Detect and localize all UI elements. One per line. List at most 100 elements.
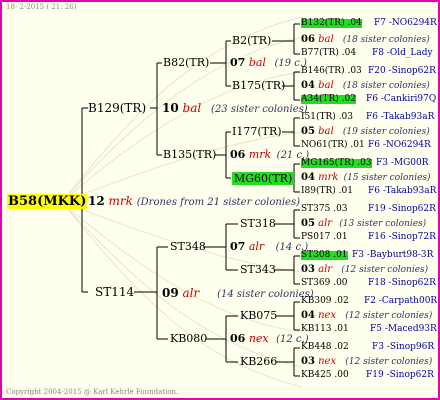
g4-drone-line: 04 bal (18 sister colonies): [301, 81, 430, 91]
g4-num: 04: [301, 172, 315, 183]
gen2-bottom-note: (14 sister colonies): [217, 289, 314, 300]
gen2-top-queen-a[interactable]: B82(TR): [163, 57, 209, 68]
g4-breeder: bal: [318, 80, 334, 91]
gen2-bottom-queen-a[interactable]: ST348: [170, 241, 206, 252]
g3-queen[interactable]: I177(TR): [232, 126, 282, 137]
g4-note: (12 sister colonies): [345, 311, 433, 321]
g4-info: F16 -Sinop72R: [368, 232, 436, 242]
g3-queen[interactable]: MG60(TR): [232, 172, 295, 185]
gen2-bottom-breeder: alr: [182, 286, 200, 300]
g4-info: F19 -Sinop62R: [366, 370, 434, 380]
g4-info: F6 -Takab93aR: [366, 112, 435, 122]
g4-info: F7 -NO6294R: [374, 18, 437, 28]
gen1-num: 12: [88, 194, 105, 208]
g4-queen[interactable]: KB448 .02: [301, 343, 349, 352]
g4-queen[interactable]: KB113 .01: [301, 325, 349, 334]
g4-queen[interactable]: PS017 .01: [301, 233, 348, 242]
gen2-top-breeder: bal: [182, 101, 202, 115]
g3-queen[interactable]: ST318: [240, 218, 276, 229]
g4-queen[interactable]: KB309 .02: [301, 297, 349, 306]
g3-breeder: alr: [248, 240, 265, 253]
g4-queen[interactable]: ST369 .00: [301, 279, 348, 288]
g4-breeder: bal: [318, 34, 334, 45]
g3-num: 07: [230, 56, 246, 69]
g4-info: F18 -Sinop62R: [368, 278, 436, 288]
g3-queen[interactable]: KB075: [240, 310, 277, 321]
g3-queen[interactable]: KB266: [240, 356, 277, 367]
g4-queen[interactable]: ST375 .03: [301, 205, 348, 214]
g4-info: F3 -Bayburt98-3R: [352, 250, 434, 260]
g4-drone-line: 04 mrk (15 sister colonies): [301, 173, 431, 183]
gen2-bottom-num: 09: [162, 286, 179, 300]
gen1-drone-line: 12 mrk (Drones from 21 sister colonies): [88, 195, 300, 208]
g4-num: 06: [301, 34, 315, 45]
g4-info: F3 -MG00R: [376, 158, 429, 168]
g4-drone-line: 04 nex (12 sister colonies): [301, 311, 432, 321]
gen1-breeder: mrk: [108, 194, 133, 208]
g4-note: (18 sister colonies): [342, 81, 430, 91]
g4-note: (18 sister colonies): [342, 35, 430, 45]
g3-queen[interactable]: B175(TR): [232, 80, 285, 91]
g4-info: F6 -Cankiri97Q: [366, 94, 437, 104]
g3-drone-line: 06 mrk (21 c.): [230, 149, 309, 161]
g3-drone-line: 07 bal (19 c.): [230, 57, 307, 69]
g3-breeder: nex: [248, 332, 269, 345]
g4-info: F2 -Carpath00R: [364, 296, 438, 306]
g4-breeder: alr: [318, 264, 333, 275]
gen2-top-queen-b[interactable]: B135(TR): [163, 149, 216, 160]
g4-drone-line: 03 alr (12 sister colonies): [301, 265, 428, 275]
gen2-top-drone-line: 10 bal (23 sister colonies): [162, 102, 308, 115]
g4-queen[interactable]: A34(TR) .02: [301, 95, 356, 104]
g3-breeder: bal: [248, 56, 266, 69]
g4-info: F6 -Takab93aR: [368, 186, 437, 196]
g4-info: F3 -Sinop96R: [372, 342, 435, 352]
g4-queen[interactable]: B146(TR) .03: [301, 67, 362, 76]
g4-note: (12 sister colonies): [341, 265, 429, 275]
g4-breeder: mrk: [318, 172, 339, 183]
g4-num: 05: [301, 126, 315, 137]
g4-info: F20 -Sinop62R: [368, 66, 436, 76]
g4-breeder: nex: [318, 356, 337, 367]
timestamp: 18- 2-2015 ( 21: 26): [6, 3, 77, 11]
g4-info: F19 -Sinop62R: [368, 204, 436, 214]
root-queen[interactable]: B58(MKK): [7, 194, 88, 209]
copyright: Copyright 2004-2015 @ Karl Kehrle Founda…: [6, 388, 179, 396]
g4-queen[interactable]: MG165(TR) .03: [301, 159, 372, 168]
gen1-bottom-queen[interactable]: ST114: [95, 286, 134, 298]
g4-queen[interactable]: B132(TR) .04: [301, 19, 362, 28]
g4-note: (15 sister colonies): [343, 173, 431, 183]
g4-num: 04: [301, 80, 315, 91]
g3-num: 07: [230, 240, 246, 253]
g4-queen[interactable]: KB425 .00: [301, 371, 349, 380]
g4-note: (19 sister colonies): [342, 127, 430, 137]
g3-num: 06: [230, 332, 246, 345]
g4-breeder: bal: [318, 126, 334, 137]
g3-drone-line: 07 alr (14 c.): [230, 241, 308, 253]
g3-queen[interactable]: B2(TR): [232, 35, 271, 46]
g3-drone-line: 06 nex (12 c.): [230, 333, 309, 345]
g4-queen[interactable]: B77(TR) .04: [301, 49, 356, 58]
g4-num: 05: [301, 218, 315, 229]
g4-queen[interactable]: ST308 .01: [301, 251, 348, 260]
g4-note: (12 sister colonies): [345, 357, 433, 367]
g4-drone-line: 06 bal (18 sister colonies): [301, 35, 430, 45]
g4-info: F5 -Maced93R: [370, 324, 437, 334]
g4-info: F8 -Old_Lady: [372, 48, 433, 58]
gen2-top-note: (23 sister colonies): [211, 104, 308, 115]
gen1-top-queen[interactable]: B129(TR): [88, 102, 146, 114]
g4-num: 04: [301, 310, 315, 321]
g3-num: 06: [230, 148, 246, 161]
gen2-bottom-queen-b[interactable]: KB080: [170, 333, 207, 344]
g4-note: (13 sister colonies): [339, 219, 427, 229]
g4-queen[interactable]: NO61(TR) .01: [301, 141, 365, 150]
g4-drone-line: 05 alr (13 sister colonies): [301, 219, 426, 229]
g4-breeder: alr: [318, 218, 333, 229]
g4-queen[interactable]: I89(TR) .01: [301, 187, 353, 196]
g4-num: 03: [301, 264, 315, 275]
pedigree-frame: 18- 2-2015 ( 21: 26) B58(MKK) B129(TR) 1…: [0, 0, 440, 400]
g4-drone-line: 03 nex (12 sister colonies): [301, 357, 432, 367]
g4-queen[interactable]: I51(TR) .03: [301, 113, 353, 122]
g4-drone-line: 05 bal (19 sister colonies): [301, 127, 430, 137]
g4-breeder: nex: [318, 310, 337, 321]
g3-queen[interactable]: ST343: [240, 264, 276, 275]
